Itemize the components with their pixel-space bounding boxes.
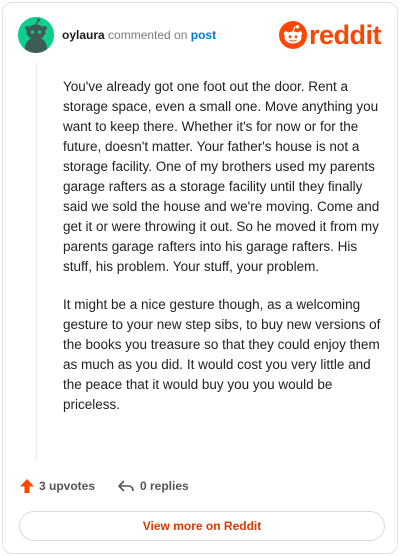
reddit-logo[interactable]: reddit [278, 20, 388, 50]
reply-icon [118, 480, 134, 492]
comment-header: oylaura commented on post reddit [18, 17, 388, 55]
thread-line [36, 63, 37, 461]
upvote-arrow-icon [20, 479, 34, 493]
comment-body: You've already got one foot out the door… [63, 77, 383, 433]
comment-action-text: commented on [108, 28, 188, 42]
post-link[interactable]: post [191, 28, 216, 42]
comment-meta: oylaura commented on post [62, 28, 216, 42]
comment-paragraph: It might be a nice gesture though, as a … [63, 297, 381, 412]
reddit-snoo-icon [279, 21, 307, 49]
username-link[interactable]: oylaura [62, 28, 105, 42]
reply-button[interactable]: 0 replies [117, 475, 189, 497]
comment-embed-card: oylaura commented on post reddit You've … [2, 2, 398, 554]
upvote-button[interactable]: 3 upvotes [19, 475, 95, 497]
replies-count: 0 replies [140, 479, 189, 493]
upvotes-count: 3 upvotes [39, 479, 96, 493]
comment-paragraph: You've already got one foot out the door… [63, 79, 380, 274]
reddit-wordmark: reddit [309, 20, 382, 50]
view-more-button[interactable]: View more on Reddit [19, 511, 385, 541]
snoo-avatar-icon[interactable] [18, 17, 54, 53]
